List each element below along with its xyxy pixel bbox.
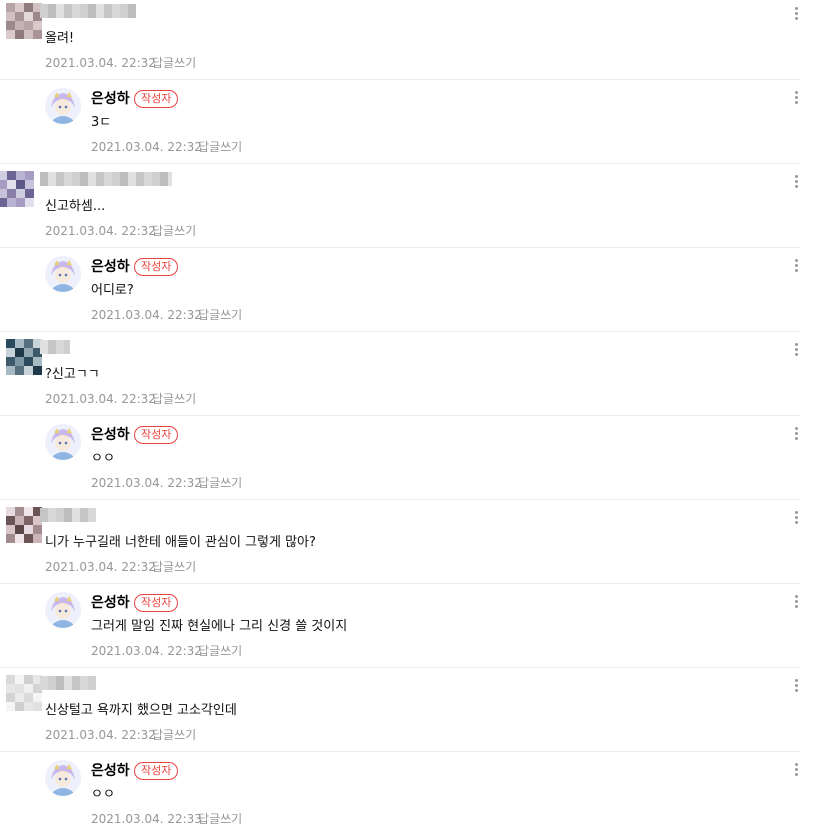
blurred-avatar[interactable] xyxy=(6,675,42,711)
comment-date: 2021.03.04. 22:32 xyxy=(45,728,156,742)
more-options-icon[interactable] xyxy=(791,341,801,359)
author-avatar[interactable] xyxy=(45,760,81,796)
comment-date: 2021.03.04. 22:32 xyxy=(91,140,202,154)
author-nickname[interactable]: 은성하 xyxy=(91,90,130,108)
author-badge: 작성자 xyxy=(134,426,179,444)
comment-text: 올려! xyxy=(45,31,75,46)
comment-date: 2021.03.04. 22:32 xyxy=(45,392,156,406)
author-reply: 은성하 작성자 ㅇㅇ 2021.03.04. 22:32 답글쓰기 xyxy=(0,416,800,500)
comment-date: 2021.03.04. 22:32 xyxy=(45,56,156,70)
comment-text: 신상털고 욕까지 했으면 고소각인데 xyxy=(45,703,237,718)
comment-item: ?신고ㄱㄱ 2021.03.04. 22:32 답글쓰기 xyxy=(0,332,800,416)
comment-date: 2021.03.04. 22:32 xyxy=(91,308,202,322)
blurred-nickname[interactable] xyxy=(40,4,136,18)
reply-button[interactable]: 답글쓰기 xyxy=(198,811,242,827)
comment-text: 신고하셈... xyxy=(45,199,106,214)
blurred-nickname[interactable] xyxy=(40,676,96,690)
blurred-avatar[interactable] xyxy=(6,339,42,375)
author-badge: 작성자 xyxy=(134,594,179,612)
reply-button[interactable]: 답글쓰기 xyxy=(152,55,196,71)
blurred-avatar[interactable] xyxy=(0,171,34,207)
comment-text: ㅇㅇ xyxy=(91,451,115,466)
author-reply: 은성하 작성자 ㅇㅇ 2021.03.04. 22:33 답글쓰기 xyxy=(0,752,800,836)
comment-text: 니가 누구길래 너한테 애들이 관심이 그렇게 많아? xyxy=(45,535,316,550)
comment-text: 3ㄷ xyxy=(91,115,112,130)
author-badge: 작성자 xyxy=(134,90,179,108)
reply-button[interactable]: 답글쓰기 xyxy=(152,223,196,239)
reply-button[interactable]: 답글쓰기 xyxy=(152,727,196,743)
comment-text: 그러게 말임 진짜 현실에나 그리 신경 쓸 것이지 xyxy=(91,619,348,634)
reply-button[interactable]: 답글쓰기 xyxy=(152,559,196,575)
more-options-icon[interactable] xyxy=(791,509,801,527)
comment-date: 2021.03.04. 22:32 xyxy=(91,644,202,658)
comment-text: ?신고ㄱㄱ xyxy=(45,367,100,382)
blurred-nickname[interactable] xyxy=(40,172,172,186)
comment-date: 2021.03.04. 22:32 xyxy=(45,224,156,238)
blurred-nickname[interactable] xyxy=(40,340,70,354)
reply-button[interactable]: 답글쓰기 xyxy=(198,643,242,659)
comment-text: 어디로? xyxy=(91,283,134,298)
author-avatar[interactable] xyxy=(45,88,81,124)
blurred-avatar[interactable] xyxy=(6,507,42,543)
author-nickname[interactable]: 은성하 xyxy=(91,594,130,612)
author-reply: 은성하 작성자 3ㄷ 2021.03.04. 22:32 답글쓰기 xyxy=(0,80,800,164)
author-nickname[interactable]: 은성하 xyxy=(91,762,130,780)
more-options-icon[interactable] xyxy=(791,5,801,23)
more-options-icon[interactable] xyxy=(791,677,801,695)
author-nickname[interactable]: 은성하 xyxy=(91,258,130,276)
comment-date: 2021.03.04. 22:33 xyxy=(91,812,202,826)
comment-text: ㅇㅇ xyxy=(91,787,115,802)
author-nickname[interactable]: 은성하 xyxy=(91,426,130,444)
reply-button[interactable]: 답글쓰기 xyxy=(152,391,196,407)
comment-date: 2021.03.04. 22:32 xyxy=(45,560,156,574)
more-options-icon[interactable] xyxy=(791,593,801,611)
comment-item: 신고하셈... 2021.03.04. 22:32 답글쓰기 xyxy=(0,164,800,248)
author-avatar[interactable] xyxy=(45,256,81,292)
blurred-nickname[interactable] xyxy=(40,508,96,522)
author-reply: 은성하 작성자 어디로? 2021.03.04. 22:32 답글쓰기 xyxy=(0,248,800,332)
reply-button[interactable]: 답글쓰기 xyxy=(198,139,242,155)
comment-item: 올려! 2021.03.04. 22:32 답글쓰기 xyxy=(0,0,800,80)
more-options-icon[interactable] xyxy=(791,761,801,779)
more-options-icon[interactable] xyxy=(791,89,801,107)
comment-item: 신상털고 욕까지 했으면 고소각인데 2021.03.04. 22:32 답글쓰기 xyxy=(0,668,800,752)
comment-date: 2021.03.04. 22:32 xyxy=(91,476,202,490)
author-avatar[interactable] xyxy=(45,592,81,628)
comment-item: 니가 누구길래 너한테 애들이 관심이 그렇게 많아? 2021.03.04. 2… xyxy=(0,500,800,584)
blurred-avatar[interactable] xyxy=(6,3,42,39)
more-options-icon[interactable] xyxy=(791,257,801,275)
author-badge: 작성자 xyxy=(134,762,179,780)
more-options-icon[interactable] xyxy=(791,173,801,191)
reply-button[interactable]: 답글쓰기 xyxy=(198,307,242,323)
author-reply: 은성하 작성자그러게 말임 진짜 현실에나 그리 신경 쓸 것이지 2021.03.… xyxy=(0,584,800,668)
author-avatar[interactable] xyxy=(45,424,81,460)
author-badge: 작성자 xyxy=(134,258,179,276)
reply-button[interactable]: 답글쓰기 xyxy=(198,475,242,491)
more-options-icon[interactable] xyxy=(791,425,801,443)
